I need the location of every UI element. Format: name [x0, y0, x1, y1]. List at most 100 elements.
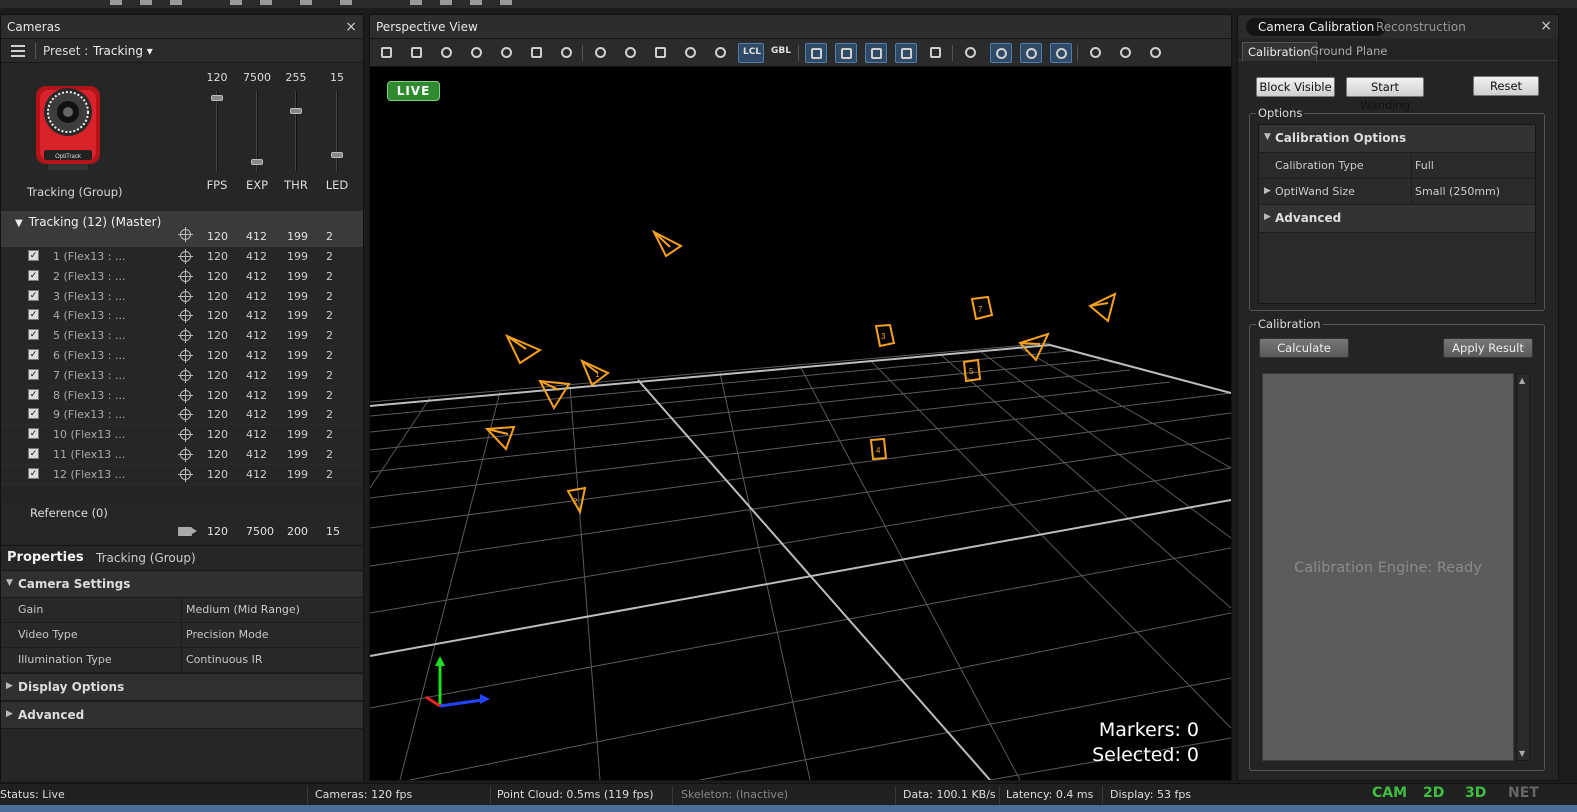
zoom-icon[interactable]: [466, 43, 488, 63]
list-view-icon[interactable]: [11, 45, 25, 57]
camera-enabled-checkbox[interactable]: ✓: [28, 447, 39, 459]
camera-row[interactable]: ✓ 5 (Flex13 : ... 120 412 199 2: [1, 326, 363, 346]
camera-fps[interactable]: 120: [207, 270, 228, 283]
camera-row[interactable]: ✓ 8 (Flex13 : ... 120 412 199 2: [1, 385, 363, 406]
select-rigidbodies-icon[interactable]: [865, 43, 887, 63]
camera-name[interactable]: 4 (Flex13 : ...: [53, 309, 125, 322]
camera-thr[interactable]: 199: [287, 389, 308, 402]
camera-row[interactable]: ✓ 7 (Flex13 : ... 120 412 199 2: [1, 365, 363, 386]
mode-2d-indicator[interactable]: 2D: [1423, 785, 1444, 801]
scroll-up-icon[interactable]: ▲: [1519, 376, 1525, 385]
visibility-eye-icon[interactable]: [960, 43, 982, 63]
reference-fps[interactable]: 120: [207, 525, 228, 538]
camera-thr[interactable]: 199: [287, 290, 308, 303]
camera-led[interactable]: 2: [326, 369, 333, 382]
camera-name[interactable]: 10 (Flex13 ...: [53, 428, 125, 441]
camera-exp[interactable]: 412: [246, 270, 267, 283]
local-coords-button[interactable]: LCL: [738, 43, 764, 63]
camera-enabled-checkbox[interactable]: ✓: [28, 428, 39, 440]
crosshair-icon[interactable]: [178, 227, 193, 242]
camera-name[interactable]: 3 (Flex13 : ...: [53, 290, 125, 303]
camera-fps[interactable]: 120: [207, 250, 228, 263]
camera-thr[interactable]: 199: [287, 329, 308, 342]
exp-slider[interactable]: 7500 EXP: [237, 71, 277, 201]
camera-exp[interactable]: 412: [246, 369, 267, 382]
camera-name[interactable]: 6 (Flex13 : ...: [53, 349, 125, 362]
camera-led[interactable]: 2: [326, 468, 333, 481]
toolbar-icon[interactable]: [140, 0, 152, 5]
camera-thr[interactable]: 199: [287, 468, 308, 481]
toolbar-icon[interactable]: [340, 0, 352, 5]
camera-row[interactable]: ✓ 3 (Flex13 : ... 120 412 199 2: [1, 286, 363, 307]
cube-icon[interactable]: [406, 43, 428, 63]
property-row-illumination-type[interactable]: Illumination Type Continuous IR: [1, 648, 363, 673]
camera-name[interactable]: 7 (Flex13 : ...: [53, 369, 125, 382]
camera-fps[interactable]: 120: [207, 349, 228, 362]
toolbar-icon[interactable]: [230, 0, 242, 5]
property-value[interactable]: Precision Mode: [186, 628, 269, 641]
camera-enabled-checkbox[interactable]: ✓: [28, 289, 39, 301]
toolbar-icon[interactable]: [500, 0, 512, 5]
crosshair-icon[interactable]: [178, 466, 193, 482]
camera-led[interactable]: 2: [326, 329, 333, 342]
camera-enabled-checkbox[interactable]: ✓: [28, 329, 39, 341]
select-skeletons-icon[interactable]: [895, 43, 917, 63]
crosshair-icon[interactable]: [178, 268, 193, 284]
group-led[interactable]: 2: [326, 230, 333, 243]
show-markers-icon[interactable]: [990, 43, 1012, 63]
tab-reconstruction[interactable]: Reconstruction: [1364, 18, 1478, 36]
grid-layout-icon[interactable]: [376, 43, 398, 63]
camera-enabled-checkbox[interactable]: ✓: [28, 408, 39, 420]
expand-triangle-icon[interactable]: ▶: [6, 681, 13, 691]
toolbar-icon[interactable]: [470, 0, 482, 5]
scroll-down-icon[interactable]: ▼: [1519, 749, 1525, 758]
camera-exp[interactable]: 412: [246, 329, 267, 342]
advanced-section[interactable]: ▶ Advanced: [1, 701, 363, 729]
camera-row[interactable]: ✓ 10 (Flex13 ... 120 412 199 2: [1, 425, 363, 445]
display-options-section[interactable]: ▶ Display Options: [1, 673, 363, 701]
camera-group-row[interactable]: ▼ Tracking (12) (Master) 120 412 199 2: [1, 211, 363, 247]
preset-dropdown[interactable]: Tracking ▾: [93, 44, 153, 58]
translate-icon[interactable]: [590, 43, 612, 63]
crosshair-icon[interactable]: [178, 407, 193, 423]
expand-triangle-icon[interactable]: ▼: [15, 218, 23, 229]
camera-name[interactable]: 2 (Flex13 : ...: [53, 270, 125, 283]
camera-led[interactable]: 2: [326, 349, 333, 362]
toolbar-icon[interactable]: [410, 0, 422, 5]
camera-led[interactable]: 2: [326, 250, 333, 263]
crosshair-icon[interactable]: [178, 387, 193, 403]
camera-row[interactable]: ✓ 2 (Flex13 : ... 120 412 199 2: [1, 266, 363, 287]
slider-knob[interactable]: [211, 94, 223, 101]
mode-3d-indicator[interactable]: 3D: [1465, 785, 1486, 801]
camera-fps[interactable]: 120: [207, 309, 228, 322]
toolbar-icon[interactable]: [440, 0, 452, 5]
wand-icon[interactable]: [1085, 43, 1107, 63]
camera-exp[interactable]: 412: [246, 349, 267, 362]
camera-name[interactable]: 1 (Flex13 : ...: [53, 250, 125, 263]
camera-row[interactable]: ✓ 1 (Flex13 : ... 120 412 199 2: [1, 247, 363, 267]
start-wanding-button[interactable]: Start Wanding: [1346, 77, 1424, 112]
apply-result-button[interactable]: Apply Result: [1443, 338, 1533, 358]
camera-thr[interactable]: 199: [287, 448, 308, 461]
reset-button[interactable]: Reset: [1473, 76, 1539, 96]
wand-size-value[interactable]: Small (250mm): [1415, 185, 1500, 198]
global-coords-button[interactable]: GBL: [768, 43, 794, 63]
group-exp[interactable]: 412: [246, 230, 267, 243]
reference-exp[interactable]: 7500: [246, 525, 274, 538]
crosshair-icon[interactable]: [178, 367, 193, 383]
slider-knob[interactable]: [251, 159, 263, 166]
camera-led[interactable]: 2: [326, 448, 333, 461]
calculate-button[interactable]: Calculate: [1259, 338, 1349, 358]
camera-exp[interactable]: 412: [246, 408, 267, 421]
camera-exp[interactable]: 412: [246, 389, 267, 402]
camera-fps[interactable]: 120: [207, 290, 228, 303]
crosshair-icon[interactable]: [178, 446, 193, 462]
reference-thr[interactable]: 200: [287, 525, 308, 538]
block-visible-button[interactable]: Block Visible: [1256, 77, 1335, 97]
camera-exp[interactable]: 412: [246, 309, 267, 322]
camera-thr[interactable]: 199: [287, 428, 308, 441]
3d-viewport[interactable]: 3 7 5 4 2 1: [370, 68, 1231, 780]
property-value[interactable]: Continuous IR: [186, 653, 263, 666]
camera-enabled-checkbox[interactable]: ✓: [28, 309, 39, 321]
camera-fps[interactable]: 120: [207, 369, 228, 382]
